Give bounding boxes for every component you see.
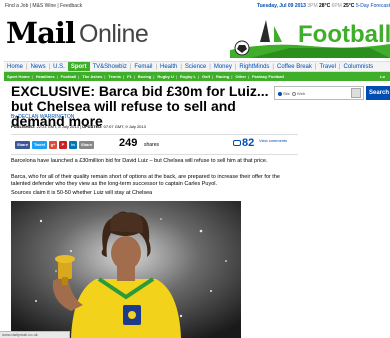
- logo-online[interactable]: Online: [79, 22, 149, 47]
- pinterest-button[interactable]: P: [59, 141, 67, 149]
- subnav-item-f1[interactable]: F1: [124, 72, 134, 81]
- subnav-item-headlines[interactable]: Headlines: [33, 72, 57, 81]
- article-headline: EXCLUSIVE: Barca bid £30m for Luiz... bu…: [11, 83, 269, 129]
- article-paragraph: Sources claim it is 50-50 whether Luiz w…: [11, 190, 153, 196]
- time-label-2: 6PM: [331, 3, 342, 9]
- nav-item-tvshowbiz[interactable]: TV&Showbiz: [90, 62, 130, 71]
- search-button[interactable]: Search: [366, 86, 390, 100]
- subnav-item-boxing[interactable]: Boxing: [135, 72, 154, 81]
- search-icon[interactable]: [351, 88, 361, 98]
- top-utility-bar: Find a Job | M&S Wine | Feedback Tuesday…: [0, 0, 390, 12]
- section-title: Football: [298, 21, 390, 48]
- subnav-item-tennis[interactable]: Tennis: [105, 72, 123, 81]
- comment-icon[interactable]: [233, 140, 241, 146]
- nav-item-coffee-break[interactable]: Coffee Break: [274, 62, 315, 71]
- linkedin-button[interactable]: in: [69, 141, 77, 149]
- share-bar: Share Tweet g+ P in Share 249 shares 82 …: [11, 134, 298, 155]
- forecast-link[interactable]: 5-Day Forecast: [356, 3, 390, 9]
- published-label: PUBLISHED:: [11, 124, 36, 129]
- google-plus-button[interactable]: g+: [49, 141, 57, 149]
- article-paragraph: Barcelona have launched a £30million bid…: [11, 158, 268, 164]
- main-nav: Home | News | U.S. Sport TV&Showbiz | Femail | Hea…: [4, 61, 390, 72]
- subnav-login[interactable]: Lo: [377, 72, 387, 81]
- nav-item-news[interactable]: News: [28, 62, 49, 71]
- share-count-label: shares: [144, 142, 160, 148]
- nav-item-health[interactable]: Health: [157, 62, 180, 71]
- updated-label: UPDATED:: [82, 124, 103, 129]
- nav-item-money[interactable]: Money: [211, 62, 235, 71]
- temp-low: 25°C: [343, 3, 355, 9]
- subnav-item-racing[interactable]: Racing: [213, 72, 231, 81]
- browser-status-bar: www.dailymail.co.uk: [0, 331, 70, 338]
- article-photo[interactable]: [11, 201, 241, 338]
- search-box: Site Web Search: [274, 86, 390, 101]
- subnav-item-rugby-l[interactable]: Rugby L: [177, 72, 198, 81]
- twitter-share-button[interactable]: Tweet: [32, 141, 47, 149]
- logo-mail[interactable]: Mail: [6, 19, 76, 48]
- comment-count[interactable]: 82: [242, 137, 254, 149]
- nav-item-femail[interactable]: Femail: [131, 62, 155, 71]
- byline[interactable]: By DECLAN WARRINGTON: [11, 114, 74, 120]
- date-label: Tuesday, Jul 09 2013: [256, 3, 306, 9]
- subnav-item-other[interactable]: Other: [232, 72, 248, 81]
- subnav-item-fantasy-football[interactable]: Fantasy Football: [249, 72, 286, 81]
- search-option-site[interactable]: Site: [283, 91, 290, 96]
- article-paragraph: Barca, who for all of their quality rema…: [11, 174, 280, 187]
- facebook-share-button[interactable]: Share: [15, 141, 30, 149]
- nav-item-home[interactable]: Home: [4, 62, 26, 71]
- radio-web-icon[interactable]: [292, 91, 297, 96]
- nav-item-travel[interactable]: Travel: [316, 62, 338, 71]
- subnav-item-rugby-u[interactable]: Rugby U: [154, 72, 175, 81]
- nav-item-sport[interactable]: Sport: [67, 62, 90, 71]
- nav-item-columnists[interactable]: Columnists: [340, 62, 376, 71]
- nav-item-us[interactable]: U.S.: [50, 62, 68, 71]
- masthead: Mail Online Football: [0, 12, 390, 58]
- subnav-item-golf[interactable]: Golf: [199, 72, 212, 81]
- subnav-item-football[interactable]: Football: [58, 72, 79, 81]
- subnav-item-sport-home[interactable]: Sport Home: [4, 72, 32, 81]
- published-date: 22:24 GMT, 8 July 2013: [36, 124, 79, 129]
- search-option-web[interactable]: Web: [297, 91, 305, 96]
- updated-date: 07:07 GMT, 9 July 2013: [103, 124, 146, 129]
- nav-item-rightminds[interactable]: RightMinds: [236, 62, 272, 71]
- sport-subnav: Sport Home | Headlines | Football | The Ashes |…: [4, 72, 390, 81]
- temp-high: 28°C: [319, 3, 331, 9]
- time-label-1: 3PM: [307, 3, 318, 9]
- nav-item-science[interactable]: Science: [182, 62, 209, 71]
- radio-site-icon[interactable]: [278, 91, 282, 96]
- email-share-button[interactable]: Share: [79, 141, 94, 149]
- share-count: 249: [119, 137, 138, 149]
- view-comments-link[interactable]: View comments: [259, 138, 289, 143]
- subnav-item-the-ashes[interactable]: The Ashes: [79, 72, 104, 81]
- publish-info: PUBLISHED: 22:24 GMT, 8 July 2013 | UPDA…: [11, 124, 146, 129]
- weather-bar: Tuesday, Jul 09 2013 3PM 28°C 6PM 25°C 5…: [257, 3, 390, 9]
- top-links[interactable]: Find a Job | M&S Wine | Feedback: [5, 3, 82, 9]
